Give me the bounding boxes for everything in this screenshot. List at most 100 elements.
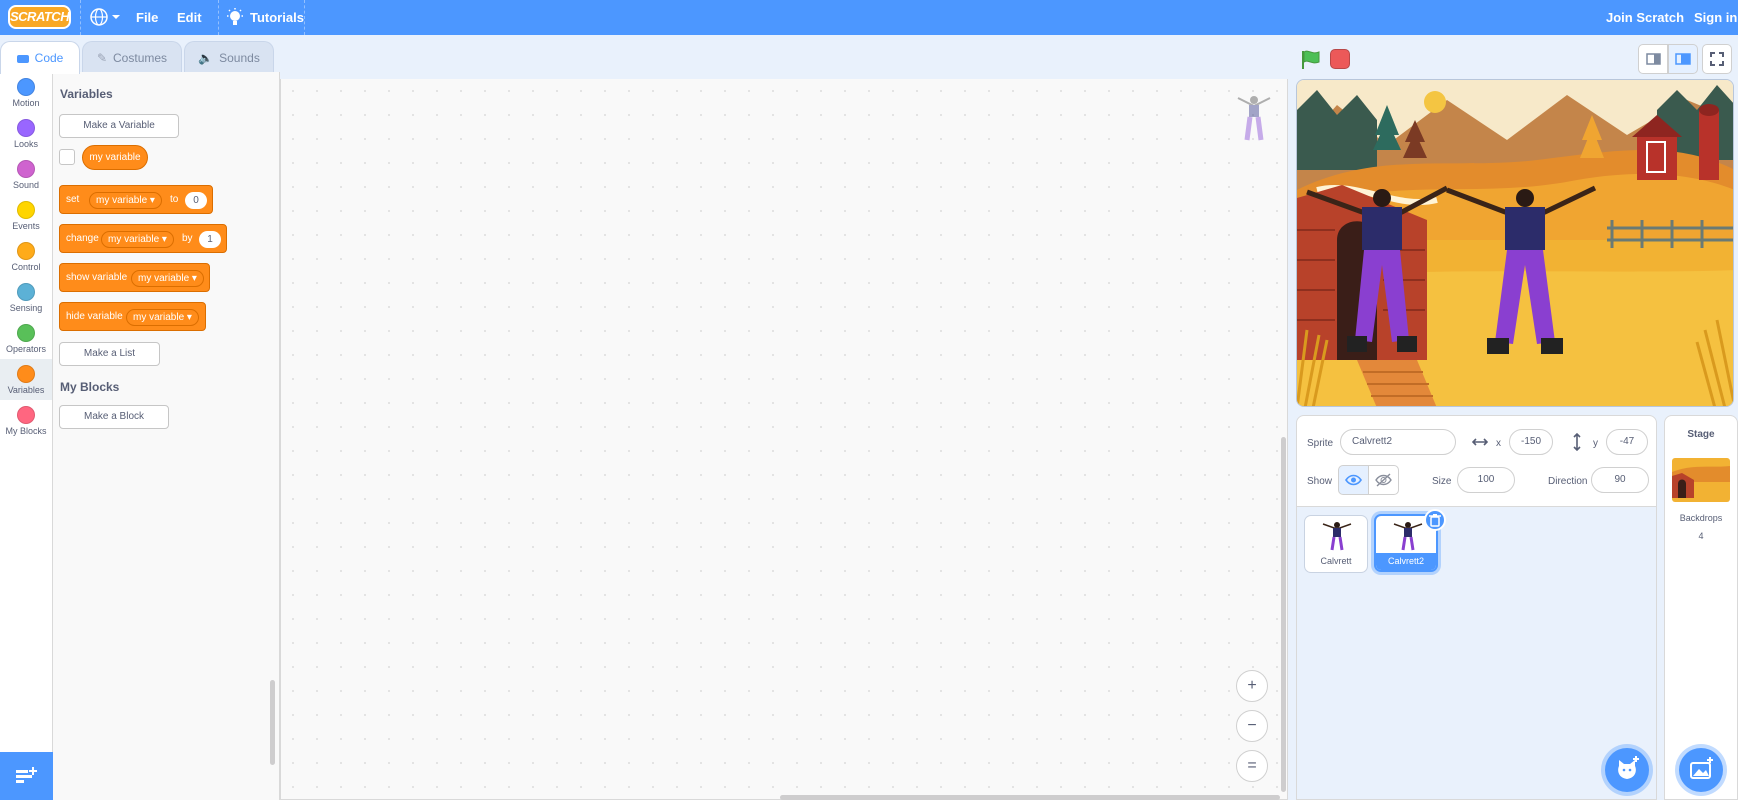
control-icon — [17, 242, 35, 260]
category-label: Motion — [12, 98, 40, 108]
category-label: Operators — [5, 344, 47, 354]
change-variable-block[interactable]: change my variable ▾ by 1 — [59, 224, 227, 253]
make-list-button[interactable]: Make a List — [59, 342, 160, 366]
y-label: y — [1593, 438, 1598, 449]
variable-checkbox[interactable] — [59, 149, 75, 165]
tab-costumes-label: Costumes — [113, 51, 168, 65]
hide-sprite-button[interactable] — [1368, 465, 1399, 495]
sprite-tile[interactable]: Calvrett — [1304, 515, 1368, 573]
dropdown-value: my variable — [133, 312, 185, 323]
delete-sprite-button[interactable] — [1424, 509, 1446, 531]
my-variable-reporter[interactable]: my variable — [82, 145, 148, 170]
variable-dropdown[interactable]: my variable ▾ — [101, 231, 174, 248]
dropdown-value: my variable — [138, 273, 190, 284]
size-input[interactable]: 100 — [1457, 467, 1515, 493]
block-keyword: by — [182, 233, 193, 244]
tab-sounds[interactable]: 🔈 Sounds — [184, 41, 274, 73]
eye-icon — [1345, 474, 1362, 486]
sprite-label: Sprite — [1307, 438, 1334, 449]
variables-heading: Variables — [60, 87, 113, 101]
variable-dropdown[interactable]: my variable ▾ — [89, 192, 162, 209]
stop-button[interactable] — [1330, 49, 1350, 69]
hide-variable-block[interactable]: hide variable my variable ▾ — [59, 302, 206, 331]
choose-sprite-button[interactable] — [1605, 748, 1649, 792]
motion-icon — [17, 78, 35, 96]
sprite-watermark — [1236, 94, 1272, 142]
block-keyword: set — [66, 194, 80, 205]
sprite-tile-name: Calvrett — [1320, 556, 1352, 566]
menu-divider — [80, 0, 81, 35]
category-control[interactable]: Control — [0, 236, 52, 277]
zoom-in-button[interactable]: + — [1236, 670, 1268, 702]
x-input[interactable]: -150 — [1509, 429, 1553, 455]
palette-scrollbar[interactable] — [270, 680, 275, 765]
value-input[interactable]: 1 — [199, 231, 221, 248]
tab-costumes[interactable]: ✎ Costumes — [82, 41, 182, 73]
stage-canvas[interactable] — [1296, 79, 1734, 407]
make-variable-button[interactable]: Make a Variable — [59, 114, 179, 138]
sprite-tile-name: Calvrett2 — [1376, 553, 1436, 570]
tab-sounds-label: Sounds — [219, 51, 260, 65]
tutorials-menu[interactable]: Tutorials — [250, 0, 304, 35]
tab-code-label: Code — [34, 51, 64, 65]
zoom-in-icon: + — [1247, 677, 1257, 694]
menu-divider — [304, 0, 305, 35]
show-sprite-button[interactable] — [1338, 465, 1369, 495]
category-motion[interactable]: Motion — [0, 72, 52, 113]
zoom-out-button[interactable]: − — [1236, 710, 1268, 742]
sign-in-link[interactable]: Sign in — [1694, 0, 1737, 35]
category-myblocks[interactable]: My Blocks — [0, 400, 52, 441]
make-block-button[interactable]: Make a Block — [59, 405, 169, 429]
category-variables[interactable]: Variables — [0, 359, 52, 400]
horizontal-scrollbar[interactable] — [780, 795, 1280, 800]
block-keyword: show variable — [66, 272, 128, 283]
add-extension-button[interactable] — [0, 752, 53, 800]
join-scratch-link[interactable]: Join Scratch — [1606, 0, 1684, 35]
vertical-scrollbar[interactable] — [1281, 437, 1286, 792]
sensing-icon — [17, 283, 35, 301]
edit-menu[interactable]: Edit — [177, 0, 202, 35]
set-variable-block[interactable]: set my variable ▾ to 0 — [59, 185, 213, 214]
category-operators[interactable]: Operators — [0, 318, 52, 359]
fullscreen-button[interactable] — [1702, 44, 1732, 74]
scratch-logo[interactable]: SCRATCH — [8, 5, 71, 29]
file-menu[interactable]: File — [136, 0, 158, 35]
y-input[interactable]: -47 — [1606, 429, 1648, 455]
y-arrows-icon — [1569, 432, 1585, 454]
small-stage-icon — [1646, 53, 1661, 65]
sprite-name-input[interactable]: Calvrett2 — [1340, 429, 1456, 455]
direction-input[interactable]: 90 — [1591, 467, 1649, 493]
operators-icon — [17, 324, 35, 342]
extension-icon — [16, 767, 37, 783]
myblocks-heading: My Blocks — [60, 380, 120, 394]
sound-icon — [17, 160, 35, 178]
large-stage-button[interactable] — [1668, 44, 1698, 74]
variable-dropdown[interactable]: my variable ▾ — [126, 309, 199, 326]
farm-backdrop-image — [1297, 80, 1733, 406]
dropdown-value: my variable — [108, 234, 160, 245]
show-variable-block[interactable]: show variable my variable ▾ — [59, 263, 210, 292]
zoom-reset-button[interactable]: = — [1236, 750, 1268, 782]
variable-dropdown[interactable]: my variable ▾ — [131, 270, 204, 287]
green-flag-button[interactable] — [1300, 49, 1322, 74]
value-input[interactable]: 0 — [185, 192, 207, 209]
fullscreen-icon — [1710, 52, 1724, 66]
zoom-reset-icon: = — [1247, 757, 1257, 774]
block-palette — [53, 72, 280, 800]
language-menu[interactable] — [90, 8, 120, 28]
category-sensing[interactable]: Sensing — [0, 277, 52, 318]
category-sound[interactable]: Sound — [0, 154, 52, 195]
backdrop-thumbnail — [1672, 458, 1730, 502]
lightbulb-icon — [226, 8, 244, 31]
trash-icon — [1429, 514, 1441, 527]
category-label: Looks — [13, 139, 39, 149]
sprite-thumbnail — [1393, 522, 1423, 551]
script-area[interactable] — [280, 79, 1288, 800]
small-stage-button[interactable] — [1638, 44, 1668, 74]
category-looks[interactable]: Looks — [0, 113, 52, 154]
category-events[interactable]: Events — [0, 195, 52, 236]
choose-backdrop-button[interactable] — [1679, 748, 1723, 792]
tab-code[interactable]: Code — [0, 41, 80, 74]
backdrops-label: Backdrops — [1679, 513, 1723, 523]
large-stage-icon — [1675, 53, 1691, 65]
